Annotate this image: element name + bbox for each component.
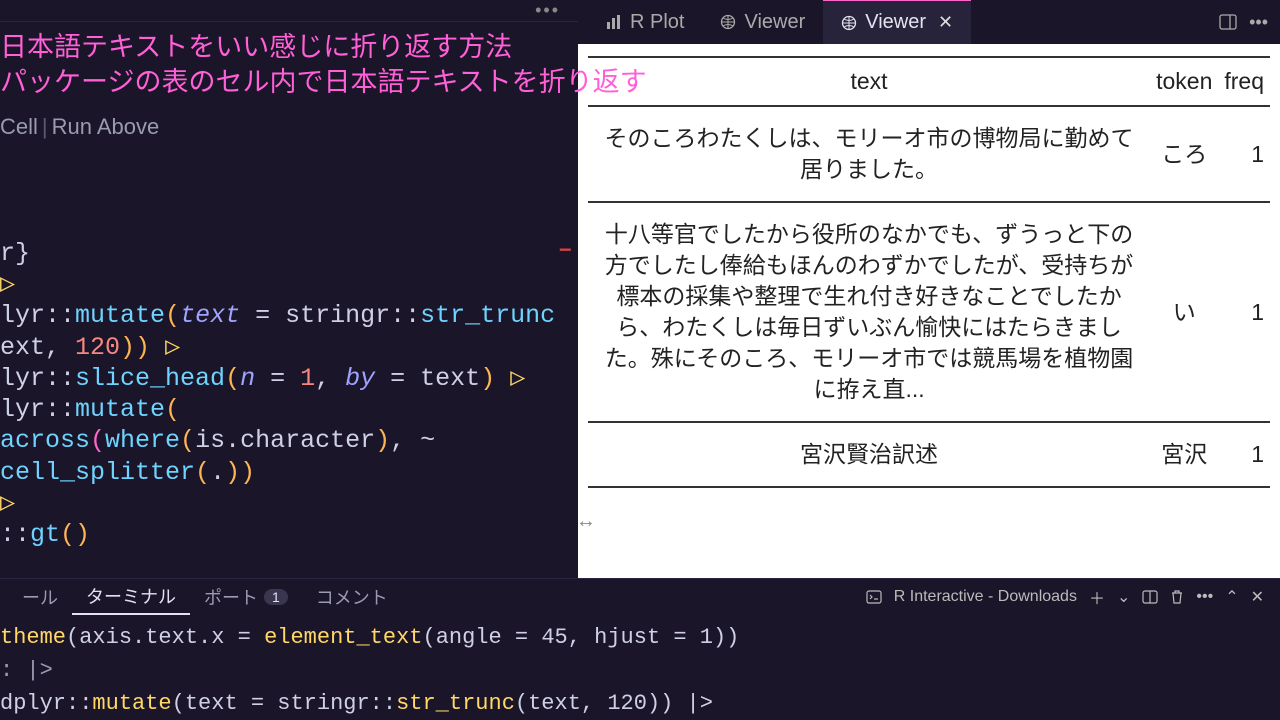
diff-minus-icon: − bbox=[559, 238, 572, 266]
codelens: Cell|Run Above bbox=[0, 104, 578, 144]
terminal-session-name[interactable]: R Interactive - Downloads bbox=[894, 588, 1077, 606]
globe-icon bbox=[841, 15, 857, 31]
panel-tab-bar: ール ターミナル ポート 1 コメント R Interactive - Down… bbox=[0, 579, 1280, 615]
terminal-type-icon bbox=[866, 589, 882, 605]
panel-tab-comments[interactable]: コメント bbox=[302, 579, 402, 615]
cell-token: い bbox=[1150, 202, 1218, 422]
tab-rplot[interactable]: R Plot bbox=[588, 0, 702, 44]
table-row: そのころわたくしは、モリーオ市の博物局に勤めて居りました。 ころ 1 bbox=[588, 106, 1270, 202]
panel-tab-label: ポート bbox=[204, 584, 258, 610]
cell-freq: 1 bbox=[1218, 422, 1270, 487]
chart-icon bbox=[606, 14, 622, 30]
viewer-body: text token freq そのころわたくしは、モリーオ市の博物局に勤めて居… bbox=[578, 44, 1280, 578]
codelens-run-above[interactable]: Run Above bbox=[52, 114, 160, 139]
tab-label: Viewer bbox=[744, 11, 805, 34]
col-header-freq: freq bbox=[1218, 57, 1270, 106]
table-row: 宮沢賢治訳述 宮沢 1 bbox=[588, 422, 1270, 487]
close-icon[interactable]: ✕ bbox=[938, 12, 953, 33]
code-editor[interactable]: − ↔ r} ▷ lyr::mutate(text = stringr::str… bbox=[0, 144, 578, 582]
panel-tab-terminal[interactable]: ターミナル bbox=[72, 579, 190, 615]
tab-viewer-active[interactable]: Viewer ✕ bbox=[823, 0, 971, 44]
tab-label: Viewer bbox=[865, 11, 926, 34]
editor-more-icon[interactable]: ••• bbox=[535, 0, 560, 21]
terminal-output[interactable]: theme(axis.text.x = element_text(angle =… bbox=[0, 615, 1280, 720]
table-row: 十八等官でしたから役所のなかでも、ずうっと下の方でしたし俸給もほんのわずかでした… bbox=[588, 202, 1270, 422]
bottom-panel: ール ターミナル ポート 1 コメント R Interactive - Down… bbox=[0, 578, 1280, 720]
chevron-down-icon[interactable]: ⌄ bbox=[1117, 587, 1130, 607]
heading-1: 日本語テキストをいい感じに折り返す方法 bbox=[0, 30, 578, 65]
more-icon[interactable]: ••• bbox=[1249, 12, 1268, 33]
cell-token: ころ bbox=[1150, 106, 1218, 202]
cell-text: そのころわたくしは、モリーオ市の博物局に勤めて居りました。 bbox=[588, 106, 1150, 202]
trash-icon[interactable] bbox=[1170, 589, 1184, 605]
cell-text: 十八等官でしたから役所のなかでも、ずうっと下の方でしたし俸給もほんのわずかでした… bbox=[588, 202, 1150, 422]
cell-freq: 1 bbox=[1218, 202, 1270, 422]
heading-2: パッケージの表のセル内で日本語テキストを折り返す bbox=[0, 65, 578, 100]
codelens-run-cell[interactable]: Cell bbox=[0, 114, 38, 139]
viewer-pane: R Plot Viewer Viewer ✕ bbox=[578, 0, 1280, 578]
close-icon[interactable]: ✕ bbox=[1251, 587, 1264, 607]
more-icon[interactable]: ••• bbox=[1196, 588, 1213, 606]
globe-icon bbox=[720, 14, 736, 30]
data-table: text token freq そのころわたくしは、モリーオ市の博物局に勤めて居… bbox=[588, 56, 1270, 488]
resize-handle-icon[interactable]: ↔ bbox=[580, 510, 592, 535]
editor-pane: ••• ストをいい感じに折り返す方法 › ▤ gtパッケージの表のセル内で日本語… bbox=[0, 0, 578, 578]
panel-tab-tools[interactable]: ール bbox=[8, 579, 72, 615]
tab-viewer[interactable]: Viewer bbox=[702, 0, 823, 44]
tab-label: R Plot bbox=[630, 11, 684, 34]
panel-tab-ports[interactable]: ポート 1 bbox=[190, 579, 302, 615]
cell-freq: 1 bbox=[1218, 106, 1270, 202]
ports-badge: 1 bbox=[264, 589, 288, 605]
tab-bar: R Plot Viewer Viewer ✕ bbox=[578, 0, 1280, 44]
new-terminal-icon[interactable]: ＋ bbox=[1089, 585, 1105, 609]
chevron-up-icon[interactable]: ⌃ bbox=[1225, 587, 1238, 607]
cell-token: 宮沢 bbox=[1150, 422, 1218, 487]
col-header-token: token bbox=[1150, 57, 1218, 106]
cell-text: 宮沢賢治訳述 bbox=[588, 422, 1150, 487]
split-editor-icon[interactable] bbox=[1219, 13, 1237, 31]
col-header-text: text bbox=[588, 57, 1150, 106]
split-terminal-icon[interactable] bbox=[1142, 589, 1158, 605]
